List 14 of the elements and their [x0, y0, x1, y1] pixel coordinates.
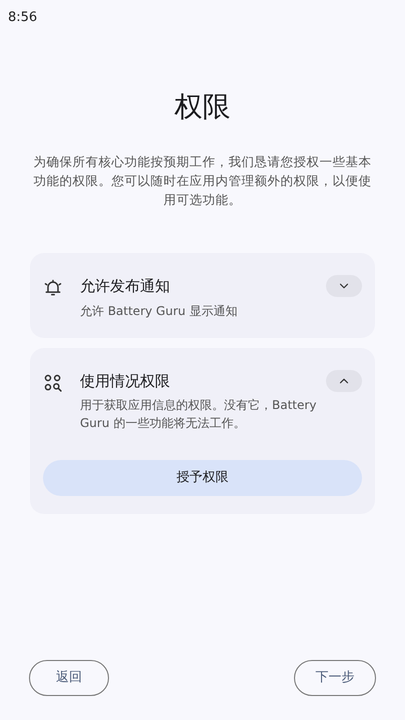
next-button[interactable]: 下一步 — [294, 660, 376, 696]
permission-title: 使用情况权限 — [80, 370, 171, 392]
back-button[interactable]: 返回 — [29, 660, 109, 696]
permission-description: 允许 Battery Guru 显示通知 — [80, 302, 238, 320]
permission-description: 用于获取应用信息的权限。没有它，Battery Guru 的一些功能将无法工作。 — [80, 397, 318, 432]
bell-icon — [43, 278, 63, 298]
description-text: 为确保所有核心功能按预期工作，我们恳请您授权一些基本功能的权限。您可以随时在应用内管理额外的权限，以便使用可选功能。 — [32, 153, 372, 209]
permission-title: 允许发布通知 — [80, 276, 171, 297]
expand-toggle[interactable] — [326, 370, 362, 392]
expand-toggle[interactable] — [326, 275, 362, 297]
search-circles-icon — [43, 372, 63, 392]
page-title: 权限 — [174, 89, 230, 125]
status-time: 8:56 — [8, 10, 38, 25]
grant-permission-button[interactable]: 授予权限 — [43, 460, 362, 496]
